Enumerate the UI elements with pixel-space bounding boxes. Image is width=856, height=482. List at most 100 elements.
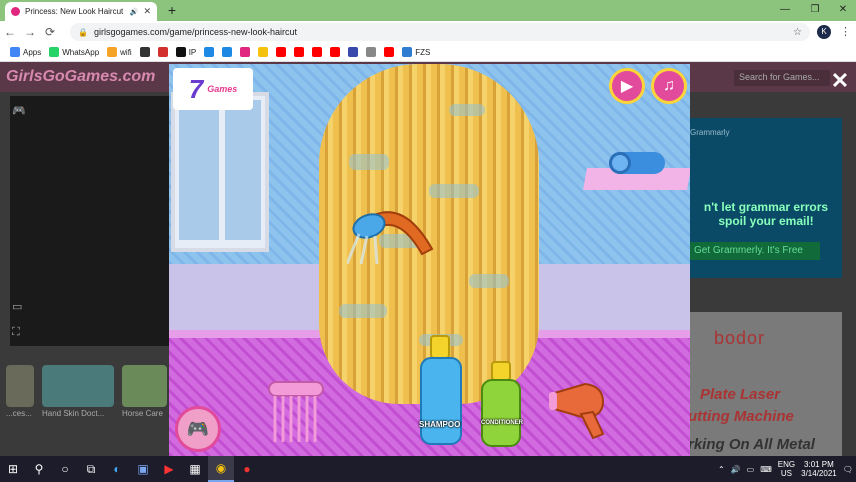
photos-taskbar-button[interactable]: ▣: [130, 456, 156, 482]
apps-grid-icon: [10, 47, 20, 57]
clock[interactable]: 3:01 PM 3/14/2021: [801, 460, 837, 478]
foam: [349, 154, 389, 170]
hair-dryer-tool[interactable]: [545, 380, 611, 440]
bookmark-item[interactable]: [366, 47, 377, 57]
gamepad-icon: 🎮: [186, 418, 210, 439]
bookmark-item[interactable]: [330, 47, 341, 57]
bookmark-item[interactable]: [312, 47, 323, 57]
minimize-button[interactable]: —: [774, 2, 796, 18]
music-button[interactable]: ♫: [651, 68, 687, 104]
play-icon: [204, 47, 215, 57]
close-overlay-icon[interactable]: ✕: [829, 70, 851, 92]
logo-games-text: Games: [207, 84, 238, 94]
bookmark-item[interactable]: [204, 47, 215, 57]
back-button[interactable]: ←: [0, 25, 20, 39]
bookmark-item[interactable]: Apps: [10, 47, 41, 57]
volume-icon[interactable]: 🔊: [731, 465, 741, 474]
bookmark-item[interactable]: [348, 47, 359, 57]
network-icon[interactable]: ▭: [747, 465, 755, 474]
maximize-button[interactable]: ❐: [804, 2, 826, 18]
video-play-icon: ▶: [620, 78, 634, 95]
tab-close-icon[interactable]: ✕: [143, 6, 151, 17]
bookmark-item[interactable]: FZS: [402, 47, 430, 57]
bookmark-item[interactable]: [240, 47, 251, 57]
game-publisher-logo[interactable]: 7 Games: [173, 68, 253, 110]
bookmark-item[interactable]: [258, 47, 269, 57]
bookmark-item[interactable]: [157, 47, 168, 57]
photos-icon: ▣: [137, 462, 149, 476]
foam: [449, 104, 485, 116]
youtube-icon: [294, 47, 305, 57]
fullscreen-icon[interactable]: ⛶: [12, 326, 20, 339]
chrome-taskbar-button[interactable]: ◉: [208, 456, 234, 482]
shower-head-tool[interactable]: [347, 204, 437, 264]
reload-button[interactable]: ⟳: [40, 25, 60, 39]
bookmark-item[interactable]: [276, 47, 287, 57]
video-button[interactable]: ▶: [609, 68, 645, 104]
address-url[interactable]: girlsgogames.com/game/princess-new-look-…: [94, 27, 787, 37]
recorder-taskbar-button[interactable]: ●: [234, 456, 260, 482]
bookmark-item[interactable]: [294, 47, 305, 57]
clock-time: 3:01 PM: [804, 460, 834, 469]
lock-icon[interactable]: 🔒: [78, 28, 88, 37]
conditioner-bottle-icon[interactable]: [480, 360, 522, 448]
calculator-icon: ▦: [189, 462, 201, 476]
ad-cta-button[interactable]: Get Grammerly. It's Free: [690, 242, 820, 260]
profile-avatar[interactable]: K: [817, 25, 831, 39]
youtube-taskbar-button[interactable]: ▶: [156, 456, 182, 482]
browser-menu-icon[interactable]: ⋮: [840, 23, 851, 41]
new-tab-button[interactable]: +: [164, 2, 180, 18]
fzs-icon: [402, 47, 413, 57]
bookmark-star-icon[interactable]: ☆: [793, 27, 802, 38]
cortana-button[interactable]: ○: [52, 456, 78, 482]
window-close-button[interactable]: ✕: [832, 2, 854, 18]
bookmarks-bar: Apps WhatsApp wifi IP FZS: [0, 43, 856, 62]
shampoo-bottle-icon[interactable]: [417, 332, 465, 448]
ad-panel-bodor[interactable]: [690, 312, 842, 456]
site-search-input[interactable]: Search for Games...: [734, 70, 830, 86]
tab-audio-icon[interactable]: 🔊: [130, 8, 139, 16]
clock-date: 3/14/2021: [801, 469, 837, 478]
bookmark-item[interactable]: [139, 47, 150, 57]
thumbnail[interactable]: [6, 365, 34, 407]
forward-button[interactable]: →: [20, 25, 40, 39]
address-bar[interactable]: 🔒 girlsgogames.com/game/princess-new-loo…: [70, 23, 810, 41]
bookmark-item[interactable]: IP: [175, 47, 196, 57]
browser-tab[interactable]: Princess: New Look Haircut 🔊 ✕: [5, 2, 157, 21]
game-canvas[interactable]: SHAMPOO CONDITIONER 7 Games ▶ ♫ 🎮: [169, 64, 690, 456]
notifications-icon[interactable]: 🗨: [843, 465, 853, 474]
thumbnail[interactable]: [122, 365, 167, 407]
bookmark-item[interactable]: WhatsApp: [49, 47, 99, 57]
ad2-line2: utting Machine: [688, 408, 794, 425]
conditioner-label: CONDITIONER: [481, 420, 523, 426]
youtube-icon: [330, 47, 341, 57]
tray-overflow-icon[interactable]: ⌃: [718, 465, 725, 474]
site-logo[interactable]: GirlsGoGames.com: [6, 68, 155, 86]
language-code: ENG: [777, 460, 796, 469]
search-button[interactable]: ⚲: [26, 456, 52, 482]
comb-tool[interactable]: [267, 380, 325, 446]
region-code: US: [780, 469, 793, 478]
bookmark-item[interactable]: [384, 47, 395, 57]
keyboard-icon[interactable]: ⌨: [760, 465, 772, 474]
window-pane: [179, 100, 219, 240]
foam: [429, 184, 479, 198]
wifi-icon: [107, 47, 118, 57]
bookmark-item[interactable]: wifi: [107, 47, 132, 57]
edge-taskbar-button[interactable]: ◐: [104, 456, 130, 482]
more-games-button[interactable]: 🎮: [175, 406, 221, 452]
bookmark-label: Apps: [23, 47, 42, 57]
start-button[interactable]: ⊞: [0, 456, 26, 482]
theater-mode-icon[interactable]: ▭: [12, 300, 22, 313]
thumbnail[interactable]: [42, 365, 114, 407]
youtube-icon: [312, 47, 323, 57]
calculator-taskbar-button[interactable]: ▦: [182, 456, 208, 482]
site-icon: [348, 47, 359, 57]
bookmark-label: WhatsApp: [62, 47, 100, 57]
bookmark-item[interactable]: [222, 47, 233, 57]
task-view-button[interactable]: ⧉: [78, 456, 104, 482]
site-icon: [258, 47, 269, 57]
thumbnail-label: Horse Care: [122, 409, 163, 418]
language-indicator[interactable]: ENG US: [778, 460, 795, 478]
youtube-icon: ▶: [164, 462, 174, 476]
